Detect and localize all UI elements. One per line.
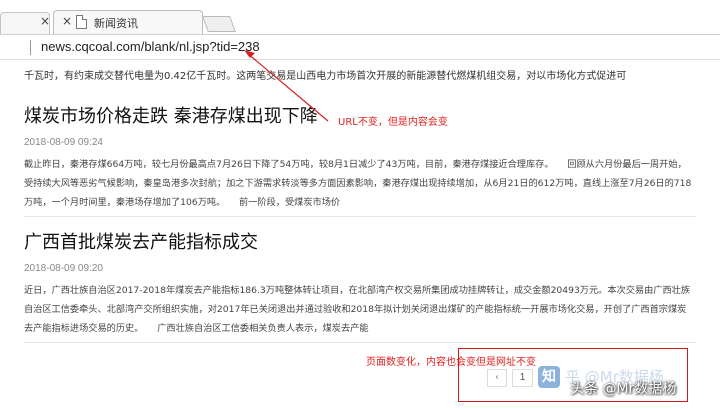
article-body: 截止昨日，秦港存煤664万吨，较七月份最高点7月26日下降了54万吨，较8月1日… <box>24 159 692 208</box>
article-body: 近日，广西壮族自治区2017-2018年煤炭去产能指标186.3万吨整体转让项目… <box>24 285 691 334</box>
close-icon[interactable]: × <box>40 14 50 28</box>
address-separator <box>30 40 31 55</box>
article-date: 2018-08-09 09:24 <box>24 137 103 148</box>
article-date: 2018-08-09 09:20 <box>24 263 103 274</box>
pagination-page-button[interactable]: 1 <box>512 369 533 387</box>
new-tab-button[interactable] <box>202 16 236 32</box>
address-bar[interactable]: news.cqcoal.com/blank/nl.jsp?tid=238 <box>0 34 720 60</box>
page-icon <box>76 15 87 29</box>
pagination-prev-button[interactable]: ‹ <box>487 369 507 387</box>
url-text[interactable]: news.cqcoal.com/blank/nl.jsp?tid=238 <box>41 39 260 54</box>
watermark-logo: 知 <box>538 366 560 388</box>
annotation-url-note: URL不变，但是内容会变 <box>338 117 448 128</box>
watermark-text: 头条 @Mr数据杨 <box>570 381 677 397</box>
news-article: 广西首批煤炭去产能指标成交 2018-08-09 09:20 近日，广西壮族自治… <box>24 228 694 338</box>
tab-title: 新闻资讯 <box>94 17 138 30</box>
article-divider <box>24 216 696 217</box>
close-icon[interactable]: × <box>62 14 72 28</box>
previous-article-snippet: 千瓦时，有约束成交替代电量为0.42亿千瓦时。这两笔交易是山西电力市场首次开展的… <box>24 71 627 82</box>
browser-tabstrip: × × 新闻资讯 <box>0 0 720 34</box>
browser-tab-active[interactable]: × 新闻资讯 <box>53 10 203 34</box>
article-title[interactable]: 广西首批煤炭去产能指标成交 <box>24 228 694 254</box>
article-divider <box>24 342 696 343</box>
